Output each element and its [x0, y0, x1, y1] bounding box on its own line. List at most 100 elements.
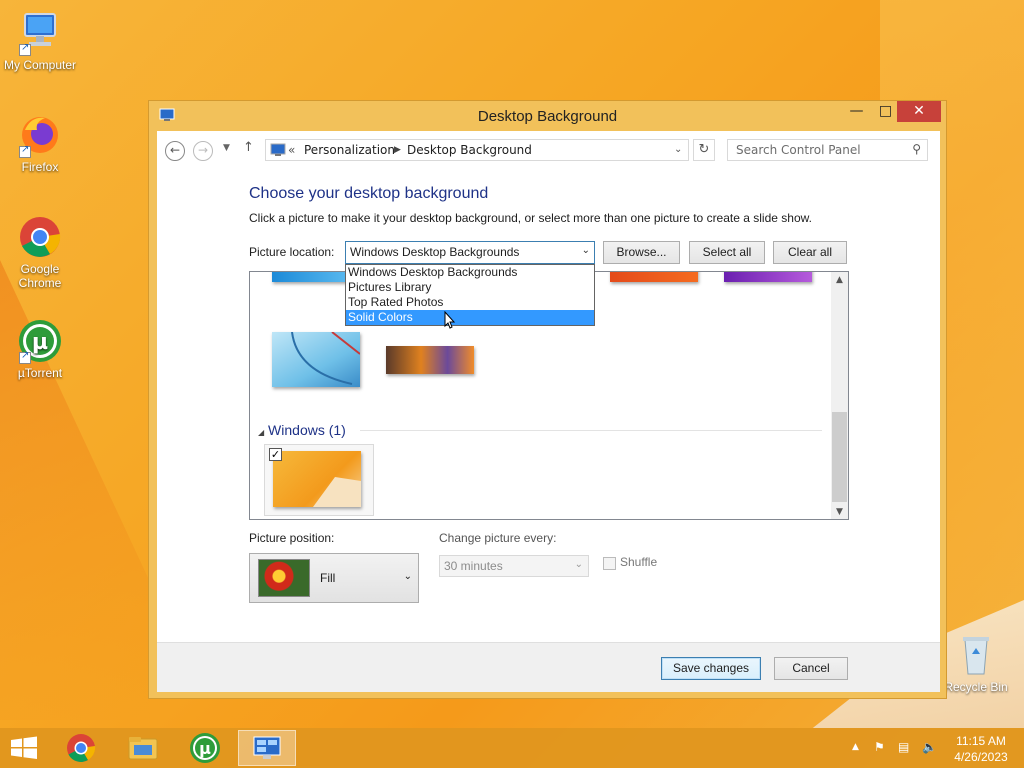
save-changes-button[interactable]: Save changes [661, 657, 761, 680]
firefox-icon [17, 112, 63, 158]
desktop-background-window: Desktop Background — □ ✕ ← → ▼ ↑ « Perso… [148, 100, 947, 699]
desktop-icon-label: Firefox [21, 160, 59, 174]
computer-icon [17, 10, 63, 56]
wallpaper-thumbnail[interactable] [272, 332, 360, 387]
wallpaper-thumbnail[interactable] [386, 346, 474, 374]
desktop-icon-label: Google Chrome [18, 262, 62, 290]
shortcut-arrow-icon [19, 42, 31, 56]
desktop-icon-firefox[interactable]: Firefox [0, 112, 80, 174]
show-hidden-icons-chevron-icon[interactable]: ▲ [852, 742, 859, 752]
wallpaper-thumbnail[interactable] [724, 272, 812, 282]
search-placeholder: Search Control Panel [736, 143, 861, 157]
browse-button[interactable]: Browse... [603, 241, 680, 264]
taskbar-chrome[interactable] [52, 730, 110, 766]
chevron-down-icon: ⌄ [581, 245, 590, 256]
forward-button[interactable]: → [193, 141, 213, 161]
clear-all-button[interactable]: Clear all [773, 241, 847, 264]
breadcrumb-separator-icon[interactable]: ▶ [394, 145, 401, 155]
option-windows-desktop-backgrounds[interactable]: Windows Desktop Backgrounds [346, 265, 594, 280]
selected-wallpaper-item[interactable]: ✓ [264, 444, 374, 516]
wallpaper-thumbnail [273, 451, 361, 507]
wallpaper-thumbnail[interactable] [610, 272, 698, 282]
search-input[interactable]: Search Control Panel ⚲ [727, 139, 928, 161]
breadcrumb-personalization[interactable]: Personalization [304, 143, 395, 157]
instructions-text: Click a picture to make it your desktop … [249, 211, 812, 225]
control-panel-icon [270, 143, 286, 157]
svg-text:µ: µ [199, 739, 211, 758]
chrome-icon [17, 214, 63, 260]
taskbar-utorrent[interactable]: µ [176, 730, 234, 766]
select-all-button[interactable]: Select all [689, 241, 765, 264]
network-icon[interactable]: ▤ [898, 740, 909, 754]
taskbar-clock[interactable]: 11:15 AM 4/26/2023 [948, 733, 1014, 765]
desktop-icon-label: µTorrent [17, 366, 63, 380]
chevron-down-icon: ⌄ [574, 559, 583, 570]
refresh-button[interactable]: ↻ [693, 139, 715, 161]
cancel-button[interactable]: Cancel [774, 657, 848, 680]
title-bar[interactable]: Desktop Background — □ ✕ [149, 101, 946, 131]
close-button[interactable]: ✕ [897, 101, 941, 122]
dialog-footer: Save changes Cancel [157, 642, 940, 692]
change-picture-interval-select[interactable]: 30 minutes ⌄ [439, 555, 589, 577]
picture-position-value: Fill [320, 571, 336, 585]
window-client: ← → ▼ ↑ « Personalization ▶ Desktop Back… [157, 131, 940, 692]
picture-position-select[interactable]: Fill ⌄ [249, 553, 419, 603]
option-solid-colors[interactable]: Solid Colors [346, 310, 594, 325]
desktop-icon-label: Recycle Bin [944, 680, 1008, 694]
clock-date: 4/26/2023 [954, 750, 1008, 764]
shuffle-label: Shuffle [620, 555, 658, 569]
svg-text:µ: µ [32, 330, 48, 355]
option-pictures-library[interactable]: Pictures Library [346, 280, 594, 295]
taskbar-file-explorer[interactable] [114, 730, 172, 766]
breadcrumb-overflow[interactable]: « [288, 143, 295, 157]
picture-location-value: Windows Desktop Backgrounds [350, 245, 520, 259]
scrollbar-thumb[interactable] [832, 412, 847, 502]
chevron-down-icon[interactable]: ⌄ [674, 144, 682, 155]
shortcut-arrow-icon [19, 350, 31, 364]
picture-location-select[interactable]: Windows Desktop Backgrounds ⌄ [345, 241, 595, 264]
desktop-icon-utorrent[interactable]: µ µTorrent [0, 318, 80, 380]
collapse-triangle-icon: ◢ [258, 428, 265, 437]
mouse-cursor-icon [444, 310, 456, 332]
picture-location-label: Picture location: [249, 245, 335, 259]
control-panel-icon [253, 736, 281, 759]
search-icon: ⚲ [912, 142, 921, 156]
recent-locations-dropdown[interactable]: ▼ [223, 143, 230, 153]
desktop-icon-google-chrome[interactable]: Google Chrome [0, 214, 80, 290]
back-button[interactable]: ← [165, 141, 185, 161]
start-button[interactable] [0, 730, 48, 766]
utorrent-icon: µ [190, 733, 220, 763]
desktop-icon-recycle-bin[interactable]: Recycle Bin [936, 632, 1016, 694]
scroll-down-icon[interactable]: ▼ [831, 507, 848, 517]
address-bar[interactable]: « Personalization ▶ Desktop Background ⌄ [265, 139, 689, 161]
desktop-icon-label: My Computer [3, 58, 77, 72]
group-divider [360, 430, 822, 431]
option-top-rated-photos[interactable]: Top Rated Photos [346, 295, 594, 310]
up-button[interactable]: ↑ [243, 140, 254, 155]
change-picture-label: Change picture every: [439, 531, 557, 545]
desktop-icon-my-computer[interactable]: My Computer [0, 10, 80, 72]
maximize-button[interactable]: □ [871, 101, 900, 122]
shuffle-checkbox[interactable] [603, 557, 616, 570]
group-header-windows[interactable]: ◢ Windows (1) [258, 422, 346, 438]
breadcrumb-desktop-background[interactable]: Desktop Background [407, 143, 532, 157]
scroll-up-icon[interactable]: ▲ [831, 275, 848, 285]
taskbar: µ ▲ ⚑ ▤ 🔈 11:15 AM 4/26/2023 [0, 728, 1024, 768]
change-picture-value: 30 minutes [444, 559, 503, 573]
action-center-flag-icon[interactable]: ⚑ [874, 740, 885, 754]
picture-position-label: Picture position: [249, 531, 335, 545]
taskbar-control-panel[interactable] [238, 730, 296, 766]
shortcut-arrow-icon [19, 144, 31, 158]
window-title: Desktop Background [477, 108, 618, 125]
chrome-icon [67, 734, 96, 762]
recycle-bin-icon [953, 632, 999, 678]
gallery-scrollbar[interactable]: ▲ ▼ [831, 272, 848, 519]
wallpaper-checkbox[interactable]: ✓ [269, 448, 282, 461]
volume-muted-icon[interactable]: 🔈 [922, 740, 937, 754]
position-preview-icon [258, 559, 310, 597]
page-heading: Choose your desktop background [249, 185, 489, 202]
folder-icon [128, 737, 158, 760]
clock-time: 11:15 AM [956, 734, 1006, 748]
picture-location-dropdown[interactable]: Windows Desktop Backgrounds Pictures Lib… [345, 264, 595, 326]
minimize-button[interactable]: — [842, 101, 871, 122]
